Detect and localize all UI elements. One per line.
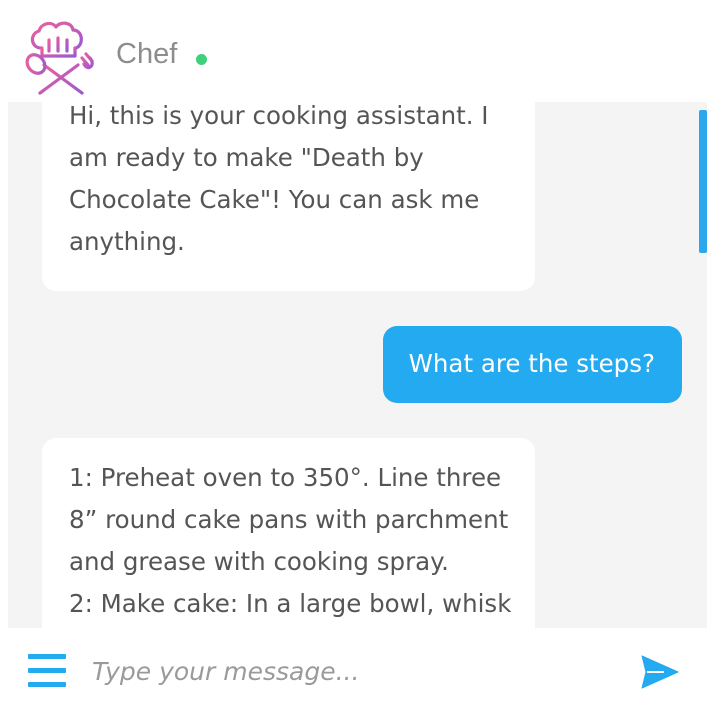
message-line: and grease with cooking spray.	[69, 547, 449, 576]
message-line: Hi, this is your cooking assistant. I	[69, 102, 489, 130]
chef-logo-icon	[25, 21, 94, 95]
hamburger-menu-icon[interactable]	[28, 654, 66, 688]
scrollbar-thumb[interactable]	[699, 110, 707, 253]
message-line: 2: Make cake: In a large bowl, whisk	[69, 589, 512, 618]
message-line: Chocolate Cake"! You can ask me	[69, 185, 480, 214]
message-line: 1: Preheat oven to 350°. Line three	[69, 463, 502, 492]
bot-message: 1: Preheat oven to 350°. Line three 8” r…	[42, 438, 535, 628]
message-line: 8” round cake pans with parchment	[69, 505, 509, 534]
chat-messages[interactable]: Hi, this is your cooking assistant. I am…	[8, 102, 707, 628]
message-line: anything.	[69, 227, 185, 256]
user-message: What are the steps?	[382, 326, 682, 403]
message-line: am ready to make "Death by	[69, 143, 424, 172]
message-input-bar	[0, 628, 725, 727]
bot-name: Chef	[116, 38, 178, 70]
message-input[interactable]	[92, 648, 612, 694]
bot-message: Hi, this is your cooking assistant. I am…	[42, 102, 535, 291]
online-status-dot	[196, 54, 207, 65]
send-icon[interactable]	[640, 654, 680, 690]
chat-header: Chef	[0, 0, 725, 102]
